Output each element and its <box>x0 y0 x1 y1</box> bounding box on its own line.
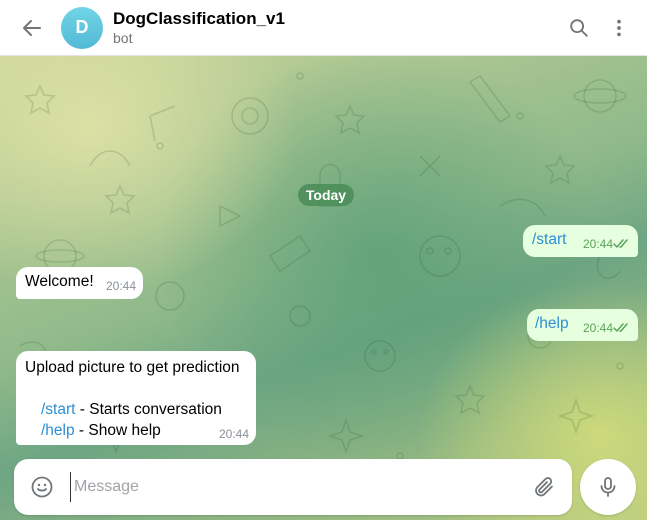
help-line-start: /start - Starts conversation <box>41 399 222 420</box>
paperclip-icon <box>535 477 553 497</box>
command-link[interactable]: /start <box>41 401 75 418</box>
double-check-icon <box>613 239 628 248</box>
command-link[interactable]: /start <box>532 231 566 249</box>
command-link[interactable]: /help <box>41 422 75 439</box>
chat-info[interactable]: DogClassification_v1 bot <box>113 9 559 47</box>
message-input[interactable] <box>70 472 524 502</box>
voice-record-button[interactable] <box>580 459 636 515</box>
chat-subtitle: bot <box>113 29 133 46</box>
command-link[interactable]: /help <box>535 315 569 333</box>
message-incoming[interactable]: Welcome! 20:44 <box>16 267 143 299</box>
search-icon <box>570 18 588 37</box>
more-button[interactable] <box>599 8 639 48</box>
chat-title: DogClassification_v1 <box>113 8 285 28</box>
message-outgoing[interactable]: /help 20:44 <box>527 309 638 341</box>
message-time: 20:44 <box>583 321 614 335</box>
message-outgoing[interactable]: /start 20:44 <box>523 225 638 257</box>
message-text: Welcome! <box>25 273 94 290</box>
message-text: Upload picture to get prediction <box>25 359 240 376</box>
message-incoming[interactable]: Upload picture to get prediction /start … <box>16 351 256 445</box>
message-composer <box>14 459 572 515</box>
arrow-left-icon <box>23 19 41 36</box>
message-time: 20:44 <box>583 237 614 251</box>
chat-background: Today /start 20:44 Welcome! 20:44 /help … <box>0 56 647 520</box>
emoji-button[interactable] <box>22 467 62 507</box>
avatar[interactable]: D <box>61 6 103 49</box>
message-time: 20:44 <box>106 279 137 293</box>
help-line-help: /help - Show help <box>41 420 161 441</box>
attach-button[interactable] <box>524 467 564 507</box>
double-check-icon <box>613 323 628 332</box>
back-button[interactable] <box>12 8 52 48</box>
search-button[interactable] <box>559 8 599 48</box>
more-vertical-icon <box>617 19 621 36</box>
command-description: - Show help <box>74 422 161 439</box>
microphone-icon <box>600 477 616 497</box>
command-description: - Starts conversation <box>75 401 222 418</box>
message-time: 20:44 <box>219 427 250 441</box>
chat-header: D DogClassification_v1 bot <box>0 0 647 56</box>
date-separator: Today <box>298 184 354 206</box>
smile-icon <box>31 476 53 498</box>
